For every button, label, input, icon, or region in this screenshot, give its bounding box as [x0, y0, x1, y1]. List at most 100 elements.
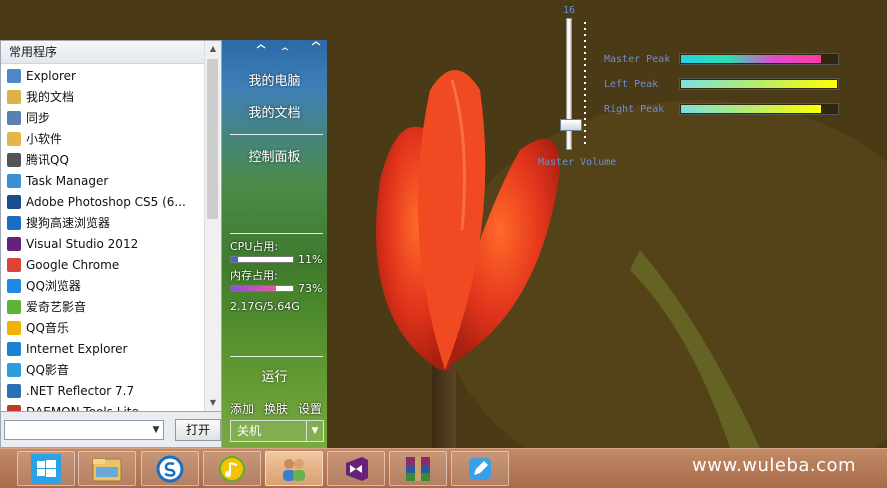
run-link[interactable]: 运行 — [222, 366, 327, 385]
chevron-down-icon[interactable]: ▼ — [306, 421, 323, 441]
program-item[interactable]: 搜狗高速浏览器 — [1, 212, 207, 233]
control-panel-link[interactable]: 控制面板 — [222, 146, 327, 165]
program-item[interactable]: 腾讯QQ — [1, 149, 207, 170]
program-item-label: Explorer — [26, 68, 76, 83]
program-item[interactable]: Visual Studio 2012 — [1, 233, 207, 254]
cpu-usage-fill — [231, 257, 238, 262]
divider — [230, 233, 323, 234]
program-item[interactable]: DAEMON Tools Lite — [1, 401, 207, 412]
left-peak-meter — [679, 78, 839, 90]
program-item-label: QQ影音 — [26, 363, 69, 377]
program-item-label: Google Chrome — [26, 257, 120, 272]
settings-link[interactable]: 设置 — [298, 400, 322, 417]
watermark: www.wuleba.com — [692, 455, 857, 476]
iqiyi-icon — [7, 299, 21, 314]
reflector-icon — [7, 383, 21, 398]
right-peak-fill — [681, 105, 822, 113]
visual-studio-button[interactable] — [327, 451, 385, 486]
qq-music-icon — [7, 320, 21, 335]
cpu-usage-percent: 11% — [298, 253, 323, 266]
qq-browser-icon — [7, 278, 21, 293]
memory-usage-bar — [230, 285, 294, 292]
cpu-usage-bar — [230, 256, 294, 263]
program-item[interactable]: Internet Explorer — [1, 338, 207, 359]
program-item[interactable]: 我的文档 — [1, 86, 207, 107]
task-manager-icon — [7, 173, 21, 188]
chevron-down-icon[interactable]: ▼ — [149, 421, 163, 439]
program-item-label: 小软件 — [26, 132, 63, 146]
volume-slider-thumb[interactable] — [560, 119, 582, 131]
program-item-label: 爱奇艺影音 — [26, 300, 87, 314]
qq-player-icon — [7, 362, 21, 377]
memory-size: 2.17G/5.64G — [230, 300, 300, 313]
sogou-browser-icon — [156, 455, 184, 482]
add-link[interactable]: 添加 — [230, 400, 254, 417]
scroll-thumb[interactable] — [207, 59, 218, 219]
memory-usage-label: 内存占用: — [230, 269, 278, 282]
explorer-icon — [7, 68, 21, 83]
cpu-usage-label: CPU占用: — [230, 240, 279, 253]
program-item[interactable]: 同步 — [1, 107, 207, 128]
qq-music-icon — [219, 455, 245, 482]
winrar-button[interactable] — [389, 451, 447, 486]
ie-icon — [7, 341, 21, 356]
memory-usage-percent: 73% — [298, 282, 323, 295]
program-item-label: DAEMON Tools Lite — [26, 404, 139, 412]
winrar-icon — [406, 456, 430, 481]
program-item[interactable]: Adobe Photoshop CS5 (6... — [1, 191, 207, 212]
run-input[interactable] — [4, 420, 164, 440]
program-item-label: 我的文档 — [26, 90, 75, 104]
program-item[interactable]: 小软件 — [1, 128, 207, 149]
my-computer-link[interactable]: 我的电脑 — [222, 70, 327, 89]
volume-ticks — [584, 22, 586, 148]
run-bar: ▼ 打开 — [0, 412, 222, 448]
shutdown-button[interactable]: 关机 ▼ — [230, 420, 324, 442]
sync-icon — [7, 110, 21, 125]
file-explorer-icon — [92, 458, 122, 481]
volume-level: 16 — [563, 5, 576, 16]
note-app-button[interactable] — [451, 451, 509, 486]
master-volume-label: Master Volume — [538, 157, 617, 168]
file-explorer-button[interactable] — [78, 451, 136, 486]
program-item[interactable]: Google Chrome — [1, 254, 207, 275]
start-button[interactable] — [17, 451, 75, 486]
open-button[interactable]: 打开 — [175, 419, 221, 441]
program-item-label: 搜狗高速浏览器 — [26, 216, 111, 230]
program-item[interactable]: 爱奇艺影音 — [1, 296, 207, 317]
note-icon — [469, 457, 491, 480]
program-list-scrollbar[interactable]: ▲ ▼ — [204, 41, 221, 411]
list-header: 常用程序 — [1, 41, 221, 64]
program-item[interactable]: .NET Reflector 7.7 — [1, 380, 207, 401]
windows-logo-icon — [31, 453, 61, 484]
photoshop-icon — [7, 194, 21, 209]
visual-studio-icon — [7, 236, 21, 251]
master-peak-fill — [681, 55, 822, 63]
app-list: Explorer 我的文档同步小软件腾讯QQ Task Manager Adobe P… — [1, 65, 207, 412]
program-item-label: Visual Studio 2012 — [26, 236, 139, 251]
program-item[interactable]: Explorer — [1, 65, 207, 86]
program-item[interactable]: QQ影音 — [1, 359, 207, 380]
scroll-up-arrow-icon[interactable]: ▲ — [205, 41, 221, 57]
start-menu-right-panel: 我的电脑 我的文档 控制面板 CPU占用: 11% 内存占用: 73% 2.17… — [222, 40, 327, 448]
folder-icon — [7, 131, 21, 146]
visual-studio-icon — [346, 456, 368, 481]
daemon-tools-icon — [7, 404, 21, 411]
program-item[interactable]: QQ音乐 — [1, 317, 207, 338]
contacts-button[interactable] — [265, 451, 323, 486]
qq-music-button[interactable] — [203, 451, 261, 486]
change-skin-link[interactable]: 换肤 — [264, 400, 288, 417]
program-item-label: QQ音乐 — [26, 321, 69, 335]
shutdown-label: 关机 — [237, 424, 262, 438]
scroll-down-arrow-icon[interactable]: ▼ — [205, 395, 221, 411]
program-item[interactable]: Task Manager — [1, 170, 207, 191]
sogou-browser-button[interactable] — [141, 451, 199, 486]
sogou-browser-icon — [7, 215, 21, 230]
divider — [230, 134, 323, 135]
program-item-label: 腾讯QQ — [26, 153, 69, 167]
qq-icon — [7, 152, 21, 167]
program-item[interactable]: QQ浏览器 — [1, 275, 207, 296]
program-item-label: 同步 — [26, 111, 51, 125]
contacts-icon — [283, 458, 305, 481]
my-documents-link[interactable]: 我的文档 — [222, 102, 327, 121]
master-peak-label: Master Peak — [604, 54, 671, 65]
